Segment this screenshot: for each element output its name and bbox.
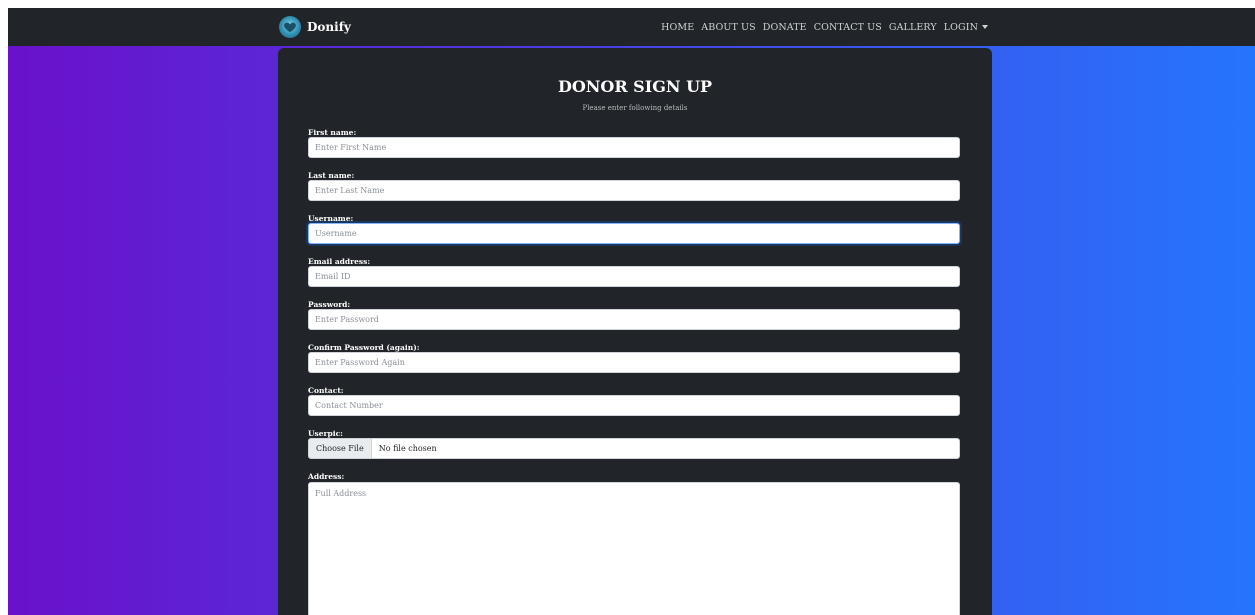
email-label: Email address: [308, 257, 371, 266]
confirm-password-label: Confirm Password (again): [308, 343, 420, 352]
navbar: Donify HOME ABOUT US DONATE CONTACT US G… [8, 8, 1255, 46]
page-background: Donify HOME ABOUT US DONATE CONTACT US G… [8, 8, 1255, 615]
confirm-password-input[interactable] [308, 352, 960, 373]
contact-input[interactable] [308, 395, 960, 416]
username-input[interactable] [308, 223, 960, 244]
form-subtitle: Please enter following details [582, 104, 688, 112]
caret-down-icon [982, 25, 988, 29]
brand-name: Donify [307, 20, 351, 34]
last-name-label: Last name: [308, 171, 355, 180]
signup-card: DONOR SIGN UP Please enter following det… [278, 48, 992, 615]
file-status-text: No file chosen [378, 444, 437, 453]
first-name-label: First name: [308, 128, 357, 137]
nav-link-donate[interactable]: DONATE [763, 22, 807, 33]
nav-link-gallery[interactable]: GALLERY [889, 22, 937, 33]
last-name-input[interactable] [308, 180, 960, 201]
nav-link-home[interactable]: HOME [661, 22, 694, 33]
address-label: Address: [308, 472, 345, 481]
contact-label: Contact: [308, 386, 344, 395]
heart-globe-logo-icon [279, 16, 301, 38]
choose-file-button[interactable]: Choose File [309, 439, 372, 458]
username-label: Username: [308, 214, 354, 223]
form-title: DONOR SIGN UP [557, 77, 713, 96]
userpic-file-input[interactable]: Choose File No file chosen [308, 438, 960, 459]
password-label: Password: [308, 300, 351, 309]
email-input[interactable] [308, 266, 960, 287]
userpic-label: Userpic: [308, 429, 343, 438]
nav-link-about-us[interactable]: ABOUT US [701, 22, 755, 33]
nav-dropdown-login[interactable]: LOGIN [944, 22, 988, 33]
address-textarea[interactable] [308, 482, 960, 615]
brand[interactable]: Donify [279, 14, 351, 40]
nav-link-login-label: LOGIN [943, 21, 978, 33]
nav-links: HOME ABOUT US DONATE CONTACT US GALLERY … [661, 8, 988, 46]
nav-link-contact-us[interactable]: CONTACT US [814, 22, 882, 33]
password-input[interactable] [308, 309, 960, 330]
first-name-input[interactable] [308, 137, 960, 158]
